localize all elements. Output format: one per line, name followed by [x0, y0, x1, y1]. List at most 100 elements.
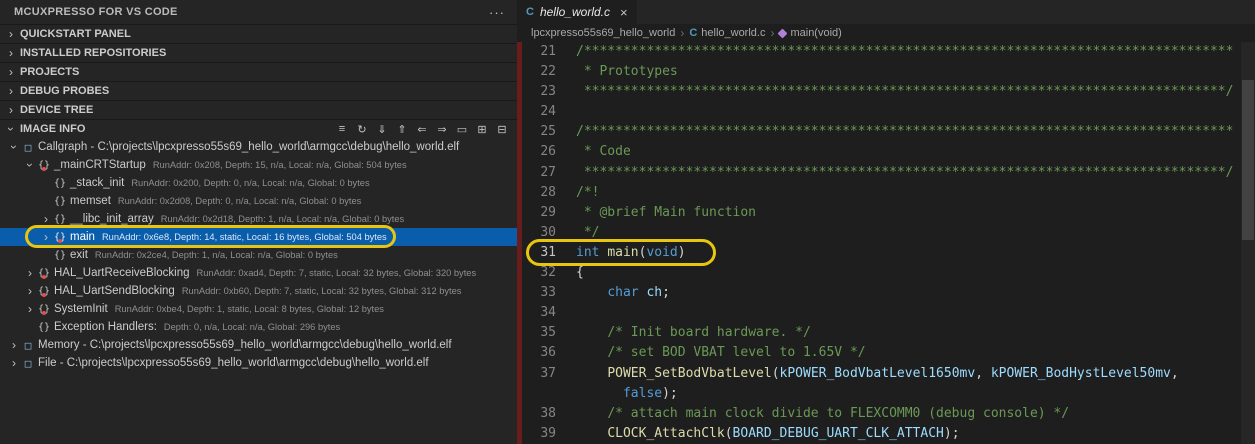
code-line-28[interactable]: 28 /*!	[522, 183, 1241, 203]
share-data-icon[interactable]: ⇒	[435, 123, 449, 136]
code-line-26[interactable]: 26 * Code	[522, 142, 1241, 162]
code-line-37[interactable]: 37 POWER_SetBodVbatLevel(kPOWER_BodVbatL…	[522, 364, 1241, 384]
c-language-icon: C	[689, 27, 698, 39]
line-number[interactable]	[522, 384, 556, 404]
section-image-info[interactable]: › IMAGE INFO ≡ ↻ ⇓ ⇑ ⇐ ⇒ ▭ ⊞ ⊟	[0, 119, 517, 138]
filter-icon[interactable]: ≡	[335, 123, 349, 135]
sidebar-section-projects[interactable]: › PROJECTS	[0, 62, 517, 81]
line-number[interactable]: 25	[522, 122, 556, 142]
code-line-27[interactable]: 27 *************************************…	[522, 163, 1241, 183]
tree-node-detail: RunAddr: 0xad4, Depth: 7, static, Local:…	[196, 268, 477, 278]
code-line-29[interactable]: 29 * @brief Main function	[522, 203, 1241, 223]
code-line-39[interactable]: 39 CLOCK_AttachClk(BOARD_DEBUG_UART_CLK_…	[522, 424, 1241, 444]
line-number[interactable]: 21	[522, 42, 556, 62]
code-line-30[interactable]: 30 */	[522, 223, 1241, 243]
tree-node-memset[interactable]: {} memset RunAddr: 0x2d08, Depth: 0, n/a, …	[0, 192, 517, 210]
scrollbar-thumb[interactable]	[1242, 80, 1254, 240]
line-number[interactable]: 39	[522, 424, 556, 444]
code-line-23[interactable]: 23 *************************************…	[522, 82, 1241, 102]
braces-icon: {}	[53, 231, 67, 243]
tree-node-systeminit[interactable]: › {} SystemInit RunAddr: 0xbe4, Depth: 1, s…	[0, 300, 517, 318]
import-data-icon[interactable]: ⇐	[415, 123, 429, 136]
code-line-34[interactable]: 34	[522, 303, 1241, 323]
code-line-24[interactable]: 24	[522, 102, 1241, 122]
code-line-32[interactable]: 32 {	[522, 263, 1241, 283]
tree-node-detail: RunAddr: 0x2d08, Depth: 0, n/a, Local: n…	[117, 196, 362, 206]
chevron-right-icon: ›	[9, 27, 13, 41]
code-line-38[interactable]: 38 /* attach main clock divide to FLEXCO…	[522, 404, 1241, 424]
code-token: );	[662, 385, 678, 401]
breadcrumb-separator-icon: ›	[770, 26, 775, 40]
line-number[interactable]: 22	[522, 62, 556, 82]
tree-node-label: SystemInit	[54, 303, 108, 315]
expand-all-icon[interactable]: ⊞	[475, 123, 489, 136]
tree-node-memory[interactable]: › □ Memory - C:\projects\lpcxpresso55s69_h…	[0, 336, 517, 354]
line-number[interactable]: 32	[522, 263, 556, 283]
tree-node-label: Callgraph - C:\projects\lpcxpresso55s69_…	[38, 141, 460, 153]
breadcrumb-item-file[interactable]: Chello_world.c	[689, 27, 765, 39]
code-token: CLOCK_AttachClk	[607, 425, 725, 441]
tree-node-file[interactable]: › □ File - C:\projects\lpcxpresso55s69_hel…	[0, 354, 517, 372]
tree-node-exception-handlers[interactable]: {} Exception Handlers: Depth: 0, n/a, Loca…	[0, 318, 517, 336]
chevron-right-icon: ›	[9, 65, 13, 79]
save-data-icon[interactable]: ⇓	[375, 123, 389, 136]
line-number[interactable]: 36	[522, 343, 556, 363]
code-line-wrap[interactable]: false);	[522, 384, 1241, 404]
sidebar-section-quickstart-panel[interactable]: › QUICKSTART PANEL	[0, 24, 517, 43]
chevron-right-icon: ›	[28, 266, 32, 280]
code-line-33[interactable]: 33 char ch;	[522, 283, 1241, 303]
code-lines[interactable]: 21 /*************************************…	[522, 42, 1241, 444]
export-data-icon[interactable]: ⇑	[395, 123, 409, 136]
more-actions-icon[interactable]: ···	[489, 5, 505, 20]
code-line-31[interactable]: 31 int main(void)	[522, 243, 1241, 263]
code-token: kPOWER_BodVbatLevel1650mv	[779, 365, 976, 381]
line-number[interactable]: 33	[522, 283, 556, 303]
collapse-all-icon[interactable]: ⊟	[495, 123, 509, 136]
tree-node-hal-uart-send-blocking[interactable]: › {} HAL_UartSendBlocking RunAddr: 0xb60, D…	[0, 282, 517, 300]
breadcrumb-item-project[interactable]: lpcxpresso55s69_hello_world	[531, 27, 675, 39]
sidebar-section-device-tree[interactable]: › DEVICE TREE	[0, 100, 517, 119]
tree-node-maincrtstartup[interactable]: ›{} _mainCRTStartup RunAddr: 0x208, Depth:…	[0, 156, 517, 174]
line-number[interactable]: 38	[522, 404, 556, 424]
line-number[interactable]: 27	[522, 163, 556, 183]
file-icon: □	[24, 356, 32, 370]
braces-icon: {}	[53, 213, 67, 225]
code-line-21[interactable]: 21 /*************************************…	[522, 42, 1241, 62]
code-line-22[interactable]: 22 * Prototypes	[522, 62, 1241, 82]
sidebar-section-debug-probes[interactable]: › DEBUG PROBES	[0, 81, 517, 100]
close-icon[interactable]: ×	[620, 5, 628, 20]
chevron-right-icon: ›	[9, 46, 13, 60]
line-number[interactable]: 31	[522, 243, 556, 263]
breadcrumb-item-symbol[interactable]: main(void)	[778, 27, 842, 39]
tree-node-stack-init[interactable]: {} _stack_init RunAddr: 0x200, Depth: 0, n…	[0, 174, 517, 192]
code-line-35[interactable]: 35 /* Init board hardware. */	[522, 323, 1241, 343]
sidebar-section-installed-repositories[interactable]: › INSTALLED REPOSITORIES	[0, 43, 517, 62]
refresh-icon[interactable]: ↻	[355, 123, 369, 136]
tree-node-callgraph[interactable]: › □ Callgraph - C:\projects\lpcxpresso55s6…	[0, 138, 517, 156]
code-line-25[interactable]: 25 /*************************************…	[522, 122, 1241, 142]
vertical-scrollbar[interactable]	[1241, 42, 1255, 444]
tab-hello-world-c[interactable]: C hello_world.c ×	[517, 0, 637, 24]
tree-node-main[interactable]: › {} main RunAddr: 0x6e8, Depth: 14, static…	[0, 228, 517, 246]
line-number[interactable]: 23	[522, 82, 556, 102]
braces-icon: {}	[37, 159, 51, 171]
tree-node-label: _mainCRTStartup	[54, 159, 146, 171]
line-number[interactable]: 35	[522, 323, 556, 343]
line-number[interactable]: 29	[522, 203, 556, 223]
line-number[interactable]: 37	[522, 364, 556, 384]
tree-node-exit[interactable]: {} exit RunAddr: 0x2ce4, Depth: 1, n/a, Lo…	[0, 246, 517, 264]
line-number[interactable]: 34	[522, 303, 556, 323]
line-number[interactable]: 30	[522, 223, 556, 243]
tree-node-hal-uart-receive-blocking[interactable]: › {} HAL_UartReceiveBlocking RunAddr: 0xad4…	[0, 264, 517, 282]
line-number[interactable]: 26	[522, 142, 556, 162]
line-number[interactable]: 24	[522, 102, 556, 122]
code-token: false	[622, 385, 663, 401]
open-report-icon[interactable]: ▭	[455, 123, 469, 136]
code-line-36[interactable]: 36 /* set BOD VBAT level to 1.65V */	[522, 343, 1241, 363]
line-number[interactable]: 28	[522, 183, 556, 203]
code-text: false);	[556, 384, 678, 404]
section-label: QUICKSTART PANEL	[20, 28, 131, 40]
tree-node-libc-init-array[interactable]: › {} __libc_init_array RunAddr: 0x2d18, Dep…	[0, 210, 517, 228]
